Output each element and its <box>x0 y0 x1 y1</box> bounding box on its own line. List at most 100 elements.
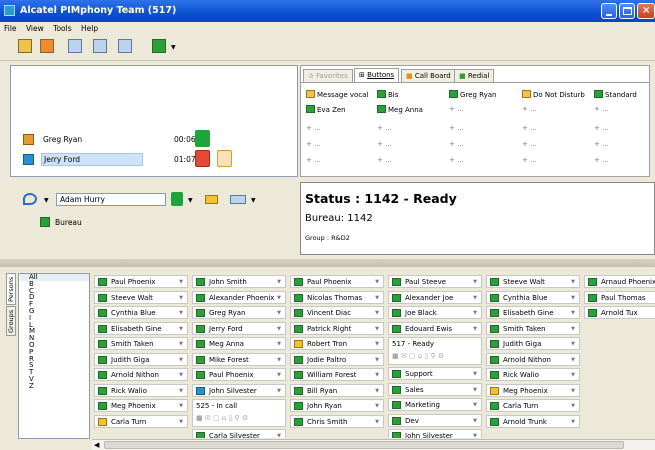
contact-cell[interactable]: Arnold Nithon ▼ <box>486 352 580 366</box>
contact-dropdown-icon[interactable]: ▼ <box>571 279 575 285</box>
contact-dropdown-icon[interactable]: ▼ <box>277 326 281 332</box>
contact-dropdown-icon[interactable]: ▼ <box>473 326 477 332</box>
contact-dropdown-icon[interactable]: ▼ <box>277 357 281 363</box>
contact-cell[interactable]: Judith Giga ▼ <box>94 352 188 366</box>
tab-favorites[interactable]: ✰ Favorites <box>303 69 353 82</box>
contact-cell[interactable]: John Silvester ▼ <box>192 383 286 397</box>
contact-cell[interactable]: Jerry Ford ▼ <box>192 321 286 335</box>
empty-button-slot[interactable]: + ... <box>306 156 321 164</box>
card-dropdown-icon[interactable]: ▼ <box>251 197 256 204</box>
index-letter[interactable]: V <box>29 376 89 383</box>
contact-dropdown-icon[interactable]: ▼ <box>277 372 281 378</box>
contact-dropdown-icon[interactable]: ▼ <box>277 310 281 316</box>
contact-dropdown-icon[interactable]: ▼ <box>277 388 281 394</box>
empty-button-slot[interactable]: + ... <box>594 124 609 132</box>
contact-cell[interactable]: Elisabeth Gine ▼ <box>486 306 580 319</box>
horizontal-scrollbar[interactable]: ◀ <box>92 439 655 450</box>
scroll-thumb[interactable] <box>104 441 624 449</box>
index-letter[interactable]: N <box>29 335 89 342</box>
contact-cell[interactable]: William Forest ▼ <box>290 368 384 381</box>
directory-lookup-icon[interactable] <box>205 195 218 204</box>
contact-dropdown-icon[interactable]: ▼ <box>179 326 183 332</box>
contact-cell[interactable]: Cynthia Blue ▼ <box>94 306 188 319</box>
contact-cell[interactable]: Steeve Walt ▼ <box>94 290 188 304</box>
contact-cell[interactable]: Marketing ▼ <box>388 398 482 411</box>
contact-dropdown-icon[interactable]: ▼ <box>375 403 379 409</box>
scroll-left-icon[interactable]: ◀ <box>94 441 99 449</box>
contact-dropdown-icon[interactable]: ▼ <box>375 419 379 425</box>
index-letter[interactable]: Z <box>29 382 89 390</box>
contact-dropdown-icon[interactable]: ▼ <box>375 295 379 301</box>
contact-cell[interactable]: John Silvester ▼ <box>388 429 482 438</box>
index-letter[interactable]: M <box>29 328 89 335</box>
journal-icon[interactable] <box>40 39 54 53</box>
expanded-contact[interactable]: 525 - In call ■ ✉ ▢ ⌂ ▯ ⚲ ⚙ <box>192 399 286 427</box>
expanded-contact[interactable]: 517 - Ready ■ ✉ ▢ ⌂ ▯ ⚲ ⚙ <box>388 337 482 365</box>
contact-cell[interactable]: John Ryan ▼ <box>290 399 384 412</box>
contact-cell[interactable]: Smith Taken ▼ <box>486 321 580 335</box>
contact-cell[interactable]: Smith Taken ▼ <box>94 337 188 350</box>
contact-dropdown-icon[interactable]: ▼ <box>571 357 575 363</box>
contact-cell[interactable]: Mike Forest ▼ <box>192 352 286 366</box>
maximize-button[interactable] <box>619 3 635 19</box>
tab-buttons[interactable]: ⊞ Buttons <box>354 68 400 82</box>
dial-input[interactable]: Adam Hurry <box>56 193 166 206</box>
contact-dropdown-icon[interactable]: ▼ <box>179 403 183 409</box>
contact-cell[interactable]: Steeve Walt ▼ <box>486 275 580 288</box>
tab-redial[interactable]: ■ Redial <box>454 69 495 82</box>
contact-cell[interactable]: Joe Black ▼ <box>388 306 482 319</box>
empty-button-slot[interactable]: + ... <box>449 124 464 132</box>
contact-cell[interactable]: Bill Ryan ▼ <box>290 383 384 397</box>
contact-dropdown-icon[interactable]: ▼ <box>179 341 183 347</box>
voicemail-icon[interactable] <box>68 39 82 53</box>
index-letter[interactable]: G <box>29 308 89 315</box>
contact-dropdown-icon[interactable]: ▼ <box>375 310 379 316</box>
contact-dropdown-icon[interactable]: ▼ <box>571 388 575 394</box>
contact-dropdown-icon[interactable]: ▼ <box>571 326 575 332</box>
empty-button-slot[interactable]: + ... <box>306 124 321 132</box>
index-letter[interactable]: P <box>29 348 89 356</box>
call-row[interactable]: Greg Ryan 00:06 <box>11 130 299 147</box>
contact-cell[interactable]: Jodie Paltro ▼ <box>290 352 384 366</box>
index-letter[interactable]: O <box>29 342 89 349</box>
call-dropdown-icon[interactable]: ▼ <box>188 197 193 204</box>
calendar-icon[interactable] <box>93 39 107 53</box>
phone-mode-dropdown-icon[interactable]: ▼ <box>171 44 176 51</box>
tab-groups[interactable]: Groups <box>6 306 16 336</box>
contact-cell[interactable]: Rick Walio ▼ <box>486 368 580 381</box>
contact-cell[interactable]: Arnold Nithon ▼ <box>94 368 188 381</box>
index-letter[interactable]: C <box>29 287 89 295</box>
button-greg-ryan[interactable]: Greg Ryan <box>449 90 496 99</box>
empty-button-slot[interactable]: + ... <box>449 156 464 164</box>
close-button[interactable]: × <box>637 3 655 19</box>
empty-button-slot[interactable]: + ... <box>522 156 537 164</box>
empty-button-slot[interactable]: + ... <box>522 124 537 132</box>
contact-cell[interactable]: Carla Turn ▼ <box>486 399 580 412</box>
contact-cell[interactable]: Support ▼ <box>388 367 482 380</box>
call-icon[interactable] <box>171 192 183 206</box>
contact-cell[interactable]: Carla Turn ▼ <box>94 414 188 428</box>
search-icon[interactable] <box>23 193 37 205</box>
contact-dropdown-icon[interactable]: ▼ <box>473 371 477 377</box>
contact-dropdown-icon[interactable]: ▼ <box>277 341 281 347</box>
index-letter[interactable]: I <box>29 314 89 322</box>
contact-cell[interactable]: Vincent Diac ▼ <box>290 306 384 319</box>
directory-icon[interactable] <box>18 39 32 53</box>
contact-cell[interactable]: Elisabeth Gine ▼ <box>94 321 188 335</box>
card-icon[interactable] <box>230 195 246 204</box>
empty-button-slot[interactable]: + ... <box>377 124 392 132</box>
contact-cell[interactable]: Meg Phoenix ▼ <box>94 399 188 412</box>
button-standard[interactable]: Standard <box>594 90 637 99</box>
button-eva-zen[interactable]: Eva Zen <box>306 105 346 114</box>
contact-cell[interactable]: Edouard Ewis ▼ <box>388 321 482 335</box>
contact-dropdown-icon[interactable]: ▼ <box>375 326 379 332</box>
button-do-not-disturb[interactable]: Do Not Disturb <box>522 90 585 99</box>
contact-dropdown-icon[interactable]: ▼ <box>375 357 379 363</box>
index-letter[interactable]: S <box>29 362 89 369</box>
contact-dropdown-icon[interactable]: ▼ <box>473 418 477 424</box>
empty-button-slot[interactable]: + ... <box>449 140 464 148</box>
menu-help[interactable]: Help <box>81 24 98 33</box>
contact-dropdown-icon[interactable]: ▼ <box>473 402 477 408</box>
contact-cell[interactable]: Nicolas Thomas ▼ <box>290 290 384 304</box>
contact-cell[interactable]: Paul Phoenix ▼ <box>94 275 188 288</box>
